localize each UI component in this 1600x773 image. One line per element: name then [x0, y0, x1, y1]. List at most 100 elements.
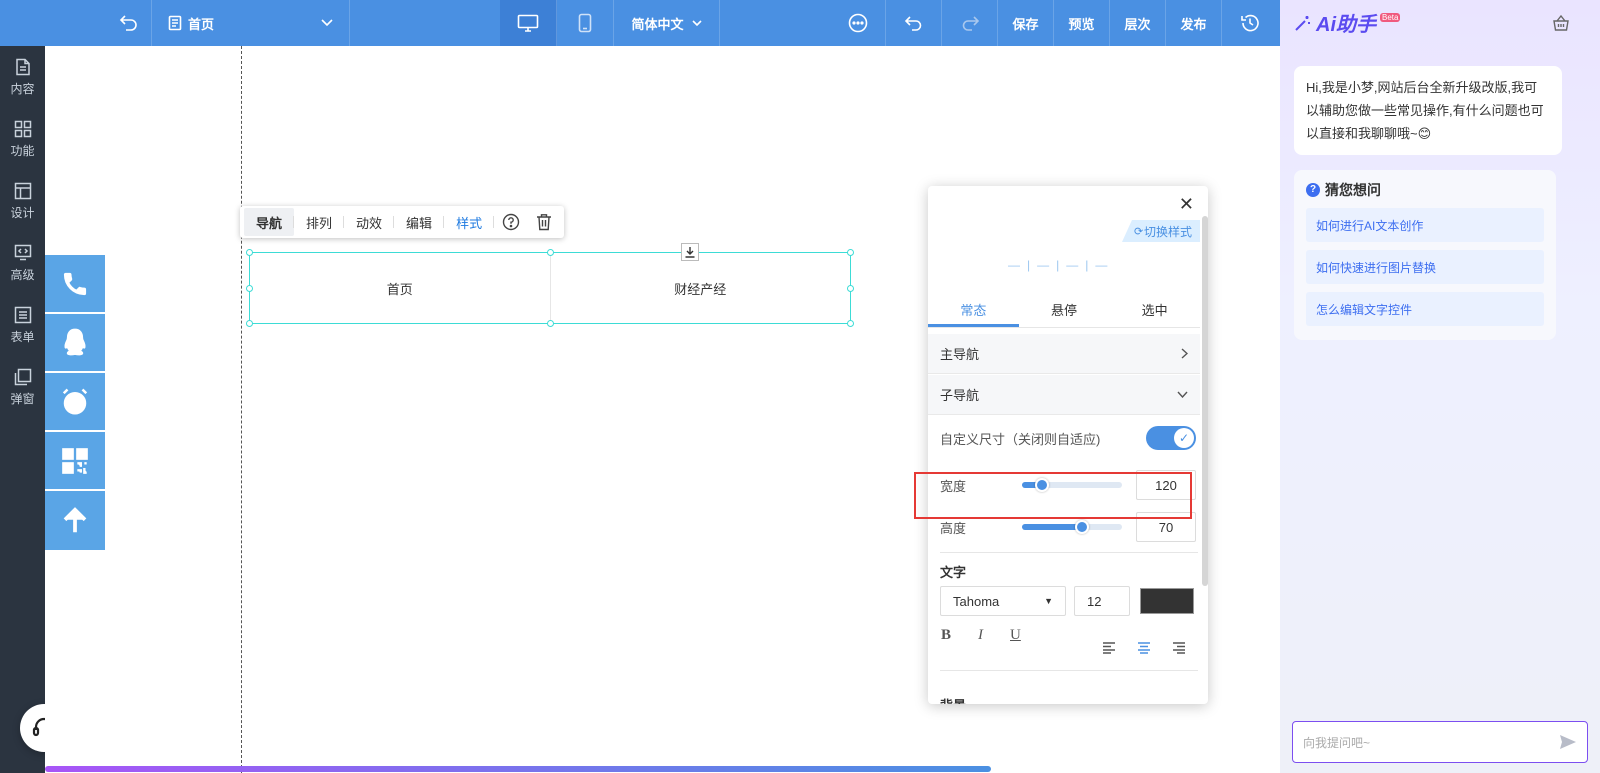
qrcode-button[interactable] [45, 432, 105, 491]
preview-button[interactable]: 预览 [1054, 0, 1110, 46]
resize-handle[interactable] [547, 249, 554, 256]
resize-handle[interactable] [246, 285, 253, 292]
qrcode-icon [62, 447, 88, 474]
language-selector[interactable]: 简体中文 [614, 0, 720, 46]
close-icon[interactable]: ✕ [1179, 194, 1194, 215]
qq-icon [64, 328, 86, 355]
resize-handle[interactable] [246, 249, 253, 256]
qq-button[interactable] [45, 314, 105, 373]
history-icon [1241, 14, 1259, 32]
preview-label: 预览 [1068, 16, 1095, 32]
height-slider-handle[interactable] [1075, 520, 1089, 534]
save-button[interactable]: 保存 [998, 0, 1054, 46]
height-slider-fill [1022, 524, 1082, 530]
align-right-icon[interactable] [1172, 642, 1186, 654]
suggested-questions: ? 猜您想问 如何进行AI文本创作 如何快速进行图片替换 怎么编辑文字控件 [1294, 170, 1556, 340]
main-nav-section[interactable]: 主导航 [928, 334, 1200, 374]
publish-button[interactable]: 发布 [1166, 0, 1222, 46]
divider [940, 670, 1198, 671]
sidebar-item-design[interactable]: 设计 [0, 170, 45, 232]
undo-button[interactable] [886, 0, 942, 46]
send-icon[interactable] [1559, 734, 1577, 750]
resize-handle[interactable] [847, 285, 854, 292]
resize-handle[interactable] [246, 320, 253, 327]
sidebar-item-popup[interactable]: 弹窗 [0, 356, 45, 418]
font-size-input[interactable]: 12 [1074, 586, 1130, 616]
save-label: 保存 [1012, 16, 1039, 32]
ai-greeting-message: Hi,我是小梦,网站后台全新升级改版,我可以辅助您做一些常见操作,有什么问题也可… [1294, 66, 1562, 155]
more-icon [848, 13, 867, 33]
sidebar-item-function[interactable]: 功能 [0, 108, 45, 170]
undo-page-button[interactable] [0, 0, 152, 46]
tool-animate[interactable]: 动效 [344, 208, 395, 236]
switch-style-button[interactable]: ⟳ 切换样式 [1121, 220, 1200, 242]
ai-header: Ai助手 Beta [1294, 8, 1401, 37]
tool-nav[interactable]: 导航 [244, 208, 295, 236]
underline-icon[interactable]: U [1010, 627, 1021, 644]
delete-button[interactable] [528, 208, 560, 236]
download-icon [685, 247, 695, 258]
trash-icon [537, 214, 552, 231]
height-slider[interactable] [1022, 520, 1122, 534]
nav-item-home[interactable]: 首页 [250, 253, 550, 323]
download-anchor-button[interactable] [681, 243, 699, 261]
nav-item-finance[interactable]: 财经产经 [549, 253, 851, 323]
preview-mark: | [1085, 258, 1089, 272]
back-to-top-button[interactable] [45, 491, 105, 550]
sub-nav-section[interactable]: 子导航 [928, 375, 1200, 415]
tool-arrange[interactable]: 排列 [294, 208, 345, 236]
suggested-question[interactable]: 如何快速进行图片替换 [1306, 250, 1544, 284]
font-select[interactable]: Tahoma ▼ [940, 586, 1066, 616]
sidebar-item-label: 表单 [10, 329, 35, 344]
italic-icon[interactable]: I [978, 627, 983, 644]
phone-button[interactable] [45, 255, 105, 314]
more-button[interactable] [830, 0, 886, 46]
align-left-icon[interactable] [1102, 642, 1116, 654]
tab-normal[interactable]: 常态 [928, 298, 1019, 327]
sidebar-item-label: 内容 [10, 81, 35, 96]
basket-icon[interactable] [1552, 14, 1570, 32]
sidebar-item-label: 高级 [10, 267, 35, 282]
selected-nav-element[interactable]: 首页 财经产经 [249, 252, 851, 324]
chevron-down-icon [691, 19, 702, 26]
desktop-view-button[interactable] [500, 0, 557, 46]
suggested-title-label: 猜您想问 [1325, 182, 1381, 198]
alarm-button[interactable] [45, 373, 105, 432]
sidebar-item-advanced[interactable]: 高级 [0, 232, 45, 294]
mobile-view-button[interactable] [557, 0, 614, 46]
grid-icon [14, 120, 31, 137]
suggested-question[interactable]: 如何进行AI文本创作 [1306, 208, 1544, 242]
help-button[interactable] [494, 208, 528, 236]
layout-icon [14, 182, 31, 199]
layers-button[interactable]: 层次 [1110, 0, 1166, 46]
suggested-question[interactable]: 怎么编辑文字控件 [1306, 292, 1544, 326]
tool-style[interactable]: 样式 [444, 208, 495, 236]
sidebar-item-content[interactable]: 内容 [0, 46, 45, 108]
resize-handle[interactable] [547, 320, 554, 327]
resize-handle[interactable] [847, 320, 854, 327]
history-button[interactable] [1222, 0, 1278, 46]
panel-scrollbar[interactable] [1202, 216, 1208, 586]
tab-selected[interactable]: 选中 [1109, 298, 1200, 327]
page-selector[interactable]: 首页 [152, 0, 350, 46]
redo-button[interactable] [942, 0, 998, 46]
bold-icon[interactable]: B [941, 627, 951, 644]
sidebar-item-form[interactable]: 表单 [0, 294, 45, 356]
magic-wand-icon [1295, 15, 1310, 31]
custom-size-row: 自定义尺寸（关闭则自适应) [940, 426, 1198, 450]
popup-icon [14, 368, 31, 385]
align-center-icon[interactable] [1137, 642, 1151, 654]
resize-handle[interactable] [847, 249, 854, 256]
font-value: Tahoma [953, 593, 1000, 609]
background-section-title: 背景 [940, 695, 1198, 704]
tab-hover[interactable]: 悬停 [1019, 298, 1110, 327]
ai-question-input[interactable]: 向我提问吧~ [1292, 721, 1588, 763]
text-color-picker[interactable] [1140, 588, 1194, 614]
question-icon: ? [1306, 183, 1320, 197]
tool-edit[interactable]: 编辑 [394, 208, 445, 236]
height-label: 高度 [940, 520, 967, 536]
custom-size-toggle[interactable] [1146, 426, 1196, 450]
sidebar-item-label: 功能 [10, 143, 35, 158]
chevron-right-icon [1181, 348, 1188, 359]
arrow-up-icon [63, 506, 87, 532]
